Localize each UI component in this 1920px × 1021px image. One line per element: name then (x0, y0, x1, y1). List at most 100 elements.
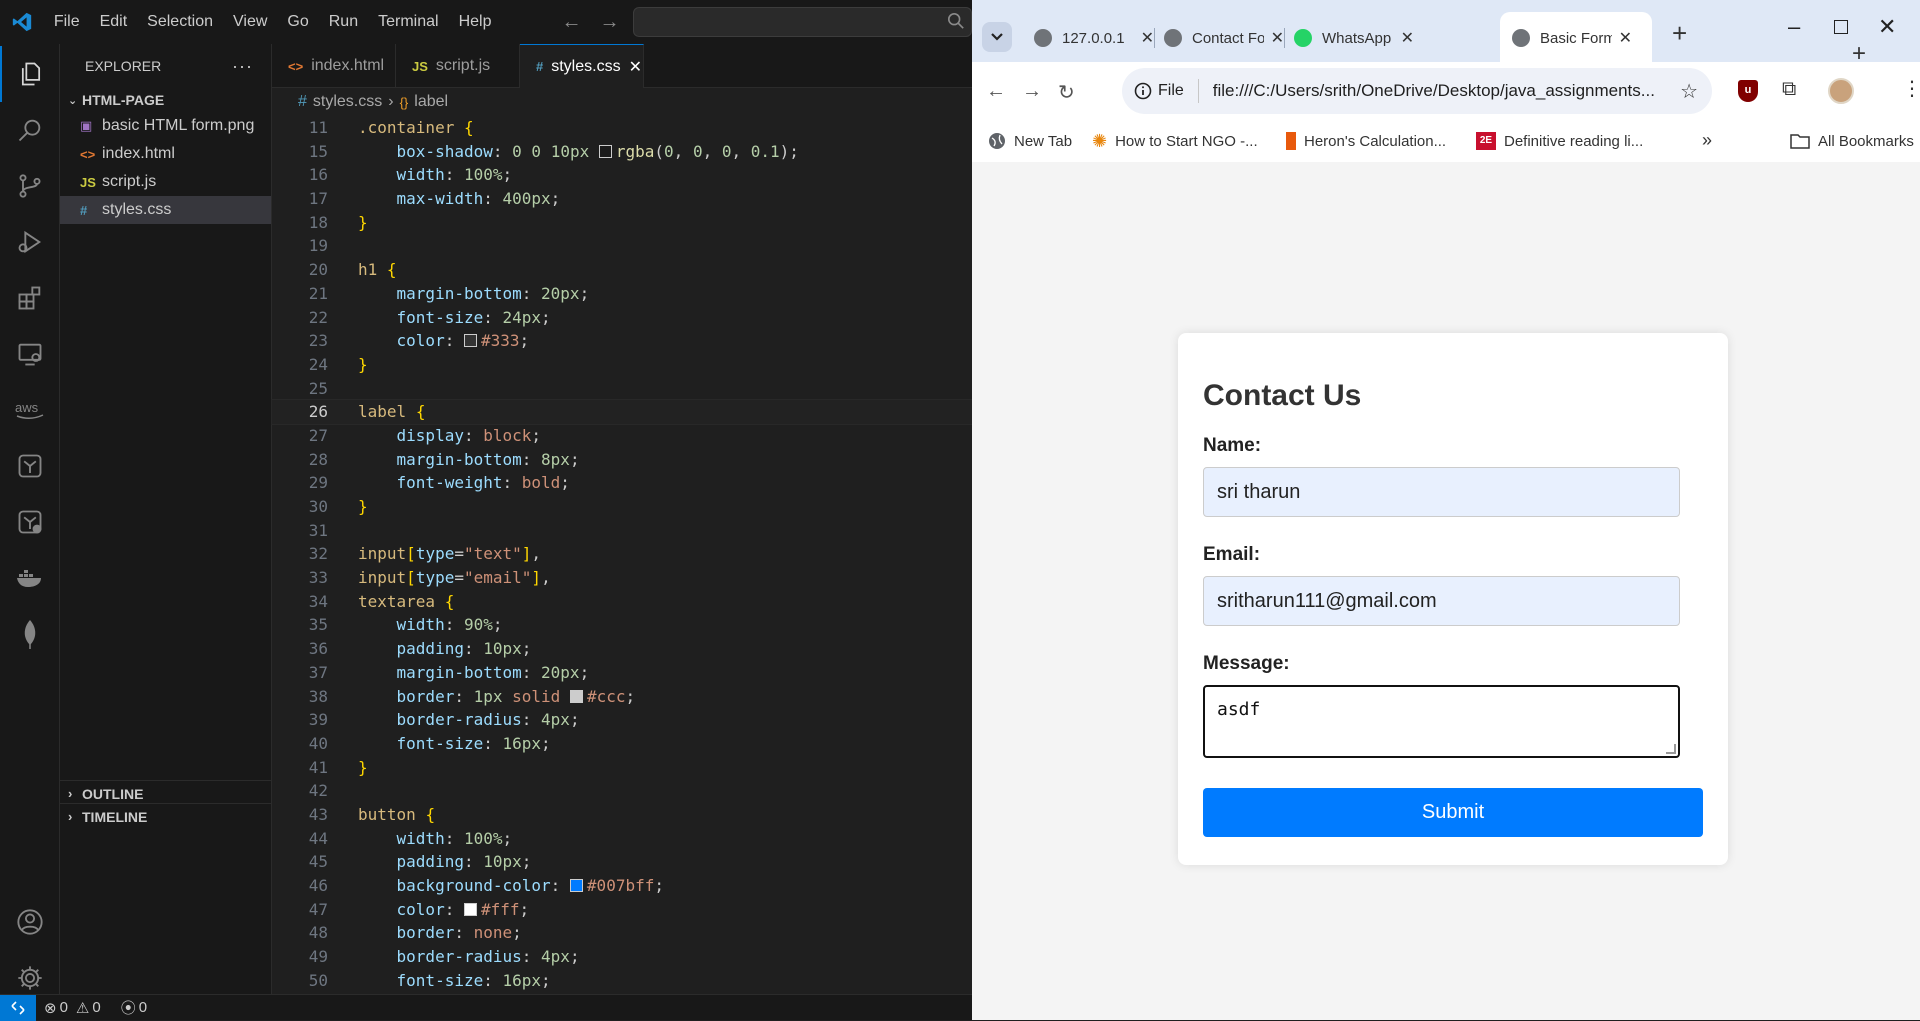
file-item[interactable]: ▣ basic HTML form.png (60, 112, 271, 140)
timeline-section[interactable]: › TIMELINE (60, 803, 272, 829)
extensions-puzzle-icon[interactable]: ⧉ (1782, 78, 1796, 101)
file-item[interactable]: <> index.html (60, 140, 271, 168)
code-line[interactable]: 24} (272, 353, 972, 377)
docker-icon[interactable] (0, 550, 60, 606)
file-item[interactable]: JS script.js (60, 168, 271, 196)
address-bar[interactable]: File file:///C:/Users/srith/OneDrive/Des… (1122, 68, 1712, 114)
code-line[interactable]: 43 button { (272, 803, 972, 827)
ports-icon[interactable]: ⦿ (121, 997, 136, 1018)
menu-view[interactable]: View (223, 0, 277, 44)
code-line[interactable]: 23 color: #333; (272, 329, 972, 353)
browser-tab[interactable]: Basic Form ✕ (1512, 22, 1642, 54)
code-line[interactable]: 34 textarea { (272, 590, 972, 614)
bookmark-ngo[interactable]: ✺ How to Start NGO -... (1092, 131, 1258, 152)
menu-edit[interactable]: Edit (90, 0, 138, 44)
breadcrumb-symbol[interactable]: label (414, 93, 448, 111)
explorer-icon[interactable] (0, 46, 60, 102)
code-line[interactable]: 25 (272, 377, 972, 401)
name-input[interactable]: sri tharun (1203, 467, 1680, 517)
search-icon[interactable] (0, 102, 60, 158)
site-info-chip[interactable]: File (1134, 79, 1199, 103)
email-input[interactable]: sritharun111@gmail.com (1203, 576, 1680, 626)
account-icon[interactable] (0, 894, 60, 950)
code-line[interactable]: 17 max-width: 400px; (272, 187, 972, 211)
close-tab-icon[interactable]: ✕ (1619, 28, 1632, 48)
menu-selection[interactable]: Selection (137, 0, 223, 44)
code-line[interactable]: 45 padding: 10px; (272, 850, 972, 874)
code-line[interactable]: 22 font-size: 24px; (272, 306, 972, 330)
minimize-icon[interactable]: – (1788, 14, 1800, 40)
warning-icon[interactable]: ⚠ (76, 999, 89, 1017)
close-tab-icon[interactable]: ✕ (1401, 28, 1414, 48)
code-line[interactable]: 27 display: block; (272, 424, 972, 448)
ports-count[interactable]: 0 (139, 999, 147, 1016)
kebab-menu-icon[interactable]: ⋮ (1902, 76, 1920, 101)
bookmark-star-icon[interactable]: ☆ (1680, 79, 1698, 104)
close-tab-icon[interactable]: ✕ (1141, 28, 1154, 48)
breadcrumb-file[interactable]: styles.css (313, 93, 382, 111)
tree-extension-icon[interactable] (0, 438, 60, 494)
code-line[interactable]: 36 padding: 10px; (272, 637, 972, 661)
menu-run[interactable]: Run (319, 0, 368, 44)
remote-explorer-icon[interactable] (0, 326, 60, 382)
code-line[interactable]: 21 margin-bottom: 20px; (272, 282, 972, 306)
all-bookmarks[interactable]: All Bookmarks (1790, 133, 1914, 150)
code-line[interactable]: 48 border: none; (272, 921, 972, 945)
code-editor[interactable]: 11 .container {15 box-shadow: 0 0 10px rg… (271, 116, 973, 993)
source-control-icon[interactable] (0, 158, 60, 214)
bookmarks-overflow-icon[interactable]: » (1702, 130, 1712, 151)
code-line[interactable]: 40 font-size: 16px; (272, 732, 972, 756)
code-line[interactable]: 30} (272, 495, 972, 519)
menu-go[interactable]: Go (277, 0, 318, 44)
editor-tab[interactable]: # styles.css ✕ (520, 44, 644, 88)
code-line[interactable]: 16 width: 100%; (272, 163, 972, 187)
code-line[interactable]: 44 width: 100%; (272, 827, 972, 851)
code-line[interactable]: 38 border: 1px solid #ccc; (272, 685, 972, 709)
extensions-icon[interactable] (0, 270, 60, 326)
code-line[interactable]: 47 color: #fff; (272, 898, 972, 922)
menu-help[interactable]: Help (449, 0, 502, 44)
bookmark-heron[interactable]: Heron's Calculation... (1286, 132, 1446, 150)
profile-avatar[interactable] (1828, 78, 1854, 104)
close-tab-icon[interactable]: ✕ (629, 57, 642, 77)
more-actions-icon[interactable]: ··· (232, 56, 253, 77)
browser-tab[interactable]: WhatsApp ✕ (1294, 22, 1424, 54)
forward-icon[interactable]: → (1022, 80, 1042, 103)
resize-handle-icon[interactable] (1666, 744, 1676, 754)
message-textarea[interactable]: asdf (1203, 685, 1680, 758)
bookmark-new-tab[interactable]: New Tab (988, 132, 1072, 150)
browser-tab[interactable]: Contact Fo ✕ (1164, 22, 1294, 54)
code-line[interactable]: 41} (272, 756, 972, 780)
code-line[interactable]: 19 (272, 234, 972, 258)
code-line[interactable]: 18} (272, 211, 972, 235)
code-line[interactable]: 37 margin-bottom: 20px; (272, 661, 972, 685)
back-arrow-icon[interactable]: ← (561, 11, 581, 34)
code-line[interactable]: 15 box-shadow: 0 0 10px rgba(0, 0, 0, 0.… (272, 140, 972, 164)
submit-button[interactable]: Submit (1203, 788, 1703, 837)
command-center-search[interactable] (633, 7, 972, 37)
editor-tab[interactable]: JS script.js (396, 44, 520, 88)
code-line[interactable]: 42 (272, 779, 972, 803)
maximize-icon[interactable] (1834, 20, 1848, 34)
remote-indicator-icon[interactable] (0, 994, 36, 1021)
run-debug-icon[interactable] (0, 214, 60, 270)
mongodb-leaf-icon[interactable] (0, 606, 60, 662)
new-tab-plus-icon[interactable]: + (1672, 18, 1687, 49)
url-text[interactable]: file:///C:/Users/srith/OneDrive/Desktop/… (1213, 81, 1673, 101)
bookmark-definitive-reading[interactable]: 2E Definitive reading li... (1476, 132, 1643, 150)
warning-count[interactable]: 0 (92, 999, 100, 1016)
code-line[interactable]: 50 font-size: 16px; (272, 969, 972, 993)
code-line[interactable]: 26 label { (271, 399, 973, 425)
error-icon[interactable]: ⊗ (44, 999, 57, 1017)
code-line[interactable]: 46 background-color: #007bff; (272, 874, 972, 898)
close-tab-icon[interactable]: ✕ (1271, 28, 1284, 48)
code-line[interactable]: 35 width: 90%; (272, 613, 972, 637)
code-line[interactable]: 20 h1 { (272, 258, 972, 282)
tab-search-chevron-icon[interactable] (982, 22, 1012, 52)
editor-tab[interactable]: <> index.html (272, 44, 396, 88)
folder-html-page[interactable]: ⌄ HTML-PAGE (60, 88, 271, 112)
code-line[interactable]: 29 font-weight: bold; (272, 471, 972, 495)
close-window-icon[interactable]: ✕ (1878, 14, 1896, 40)
menu-file[interactable]: File (44, 0, 90, 44)
code-line[interactable]: 49 border-radius: 4px; (272, 945, 972, 969)
